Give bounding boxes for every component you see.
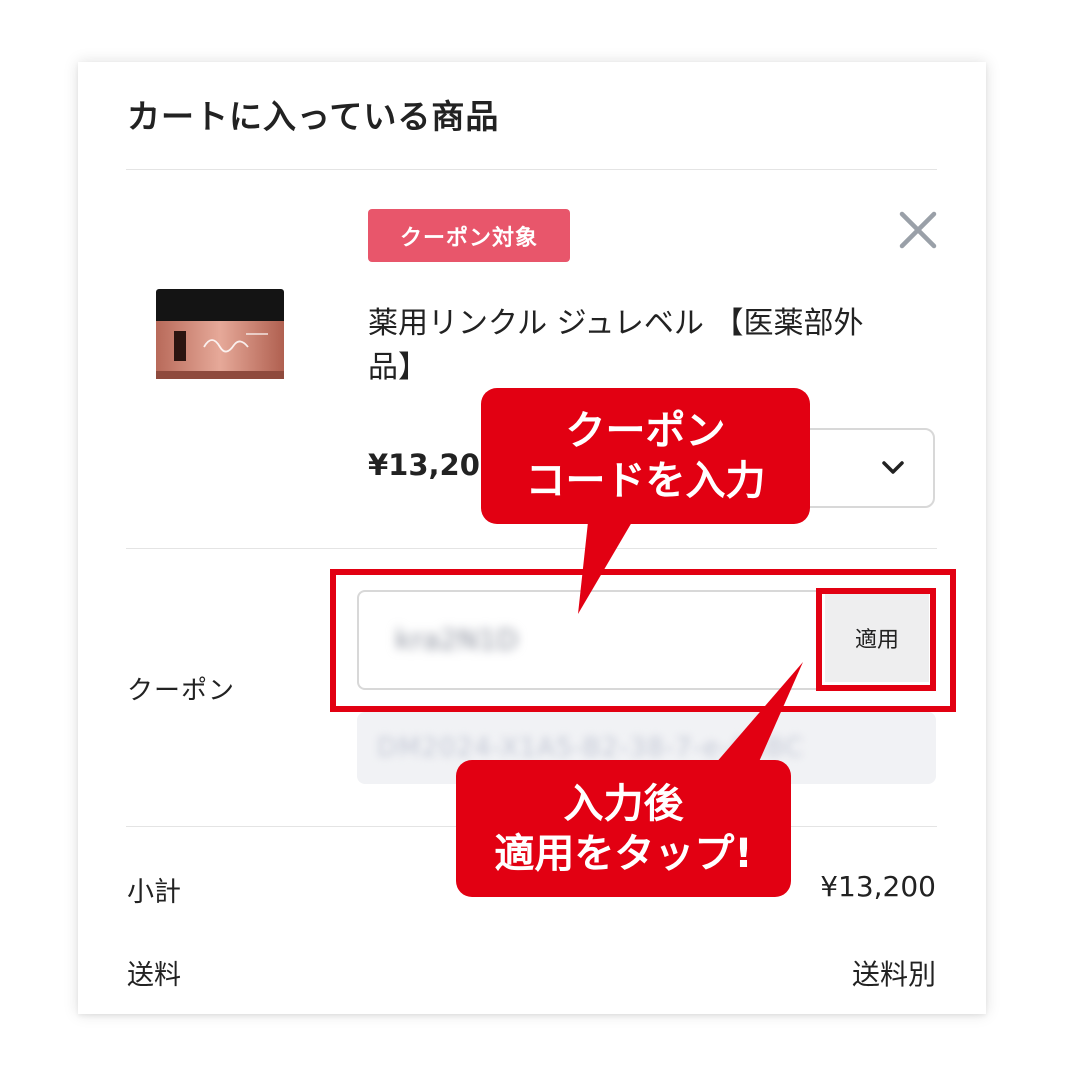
callout-line: 入力後 [563, 780, 684, 827]
callout-line: コードを入力 [525, 458, 766, 504]
callout-tap-apply: 入力後 適用をタップ! [456, 760, 791, 897]
callout-line: 適用をタップ! [494, 830, 753, 877]
callout-line: クーポン [565, 408, 726, 454]
screenshot-canvas: カートに入っている商品 クーポン対象 薬用リンクル ジュレベル 【医薬部外品】 … [0, 0, 1066, 1080]
callout-enter-code: クーポン コードを入力 [481, 388, 810, 524]
callout-pointers [578, 522, 803, 764]
